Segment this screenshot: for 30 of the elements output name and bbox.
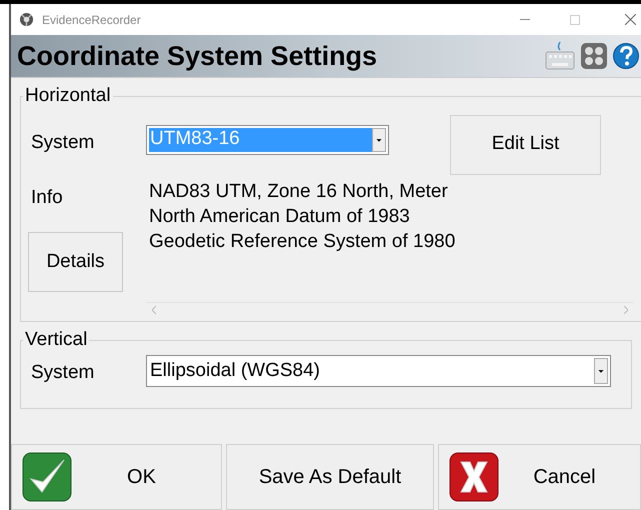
checkmark-icon [22, 452, 72, 502]
minimize-icon[interactable] [520, 18, 530, 20]
close-icon[interactable] [625, 14, 636, 25]
system-dropdown[interactable]: Ellipsoidal (WGS84) [146, 354, 611, 387]
group-legend: Vertical [23, 326, 90, 354]
calculator-icon[interactable] [581, 42, 607, 70]
maximize-icon[interactable] [570, 14, 580, 24]
ok-button[interactable]: OK [11, 444, 222, 510]
system-label: System [31, 130, 96, 154]
edit-list-button[interactable]: Edit List [450, 114, 601, 174]
app-icon [19, 12, 34, 27]
save-default-button[interactable]: Save As Default [226, 444, 434, 510]
system-label: System [31, 360, 96, 384]
info-text: Geodetic Reference System of 1980 [149, 230, 456, 254]
scroll-left-icon[interactable] [152, 306, 157, 314]
cross-icon [449, 452, 499, 502]
info-label: Info [31, 186, 63, 210]
scroll-right-icon[interactable] [623, 306, 628, 314]
cancel-button[interactable]: Cancel [438, 444, 641, 510]
details-button[interactable]: Details [28, 232, 123, 292]
info-text: NAD83 UTM, Zone 16 North, Meter [149, 180, 449, 204]
dropdown-value: UTM83-16 [149, 128, 372, 152]
dropdown-value: Ellipsoidal (WGS84) [149, 358, 321, 382]
horizontal-scrollbar[interactable] [146, 302, 634, 317]
window-title: EvidenceRecorder [42, 12, 141, 28]
group-legend: Horizontal [23, 82, 113, 110]
info-text: North American Datum of 1983 [149, 204, 411, 228]
page-title: Coordinate System Settings [17, 40, 378, 73]
keyboard-icon[interactable] [545, 42, 575, 70]
help-icon[interactable] [613, 42, 639, 70]
